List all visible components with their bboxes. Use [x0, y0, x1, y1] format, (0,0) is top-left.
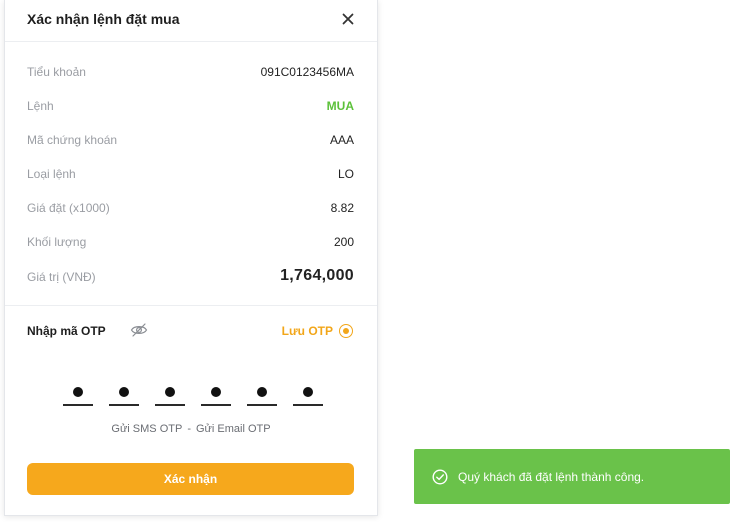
dialog-header: Xác nhận lệnh đặt mua [5, 0, 377, 42]
otp-digit-6[interactable] [293, 384, 323, 406]
masked-dot [211, 387, 221, 397]
row-label: Tiểu khoản [27, 65, 86, 79]
row-label: Khối lượng [27, 235, 87, 249]
row-label: Giá đặt (x1000) [27, 201, 110, 215]
row-price: Giá đặt (x1000) 8.82 [27, 199, 354, 219]
send-email-otp-link[interactable]: Gửi Email OTP [196, 423, 271, 435]
order-confirm-dialog: Xác nhận lệnh đặt mua Tiểu khoản 091C012… [4, 0, 378, 516]
total-value: 1,764,000 [280, 267, 354, 284]
row-total-value: Giá trị (VNĐ) 1,764,000 [27, 267, 354, 288]
sub-account-value: 091C0123456MA [260, 65, 354, 79]
row-symbol: Mã chứng khoán AAA [27, 131, 354, 151]
otp-digit-1[interactable] [63, 384, 93, 406]
row-quantity: Khối lượng 200 [27, 233, 354, 253]
masked-dot [165, 387, 175, 397]
save-otp-label: Lưu OTP [281, 324, 333, 338]
otp-digit-3[interactable] [155, 384, 185, 406]
masked-dot [257, 387, 267, 397]
check-circle-icon [432, 468, 448, 485]
row-order-side: Lệnh MUA [27, 97, 354, 117]
masked-dot [73, 387, 83, 397]
close-icon [342, 13, 354, 25]
price-value: 8.82 [330, 201, 354, 215]
send-sms-otp-link[interactable]: Gửi SMS OTP [111, 423, 182, 435]
otp-label: Nhập mã OTP [27, 324, 106, 338]
otp-link-separator: - [187, 423, 191, 435]
eye-off-icon[interactable] [130, 322, 148, 338]
symbol-value: AAA [329, 133, 354, 147]
divider [5, 305, 377, 306]
masked-dot [303, 387, 313, 397]
radio-selected-icon [339, 324, 353, 338]
dialog-title: Xác nhận lệnh đặt mua [27, 11, 180, 27]
save-otp-toggle[interactable]: Lưu OTP [282, 322, 353, 340]
row-label: Lệnh [27, 99, 54, 113]
otp-digit-5[interactable] [247, 384, 277, 406]
otp-input[interactable] [63, 384, 323, 408]
order-side-value: MUA [326, 99, 354, 113]
quantity-value: 200 [333, 235, 354, 249]
radio-dot [343, 328, 349, 334]
row-label: Loại lệnh [27, 167, 76, 181]
order-type-value: LO [337, 167, 354, 181]
toast-message: Quý khách đã đặt lệnh thành công. [458, 469, 645, 484]
close-button[interactable] [339, 10, 357, 28]
masked-dot [119, 387, 129, 397]
otp-digit-4[interactable] [201, 384, 231, 406]
confirm-button[interactable]: Xác nhận [27, 463, 354, 495]
row-label: Mã chứng khoán [27, 133, 118, 147]
row-sub-account: Tiểu khoản 091C0123456MA [27, 63, 354, 83]
success-toast: Quý khách đã đặt lệnh thành công. [414, 449, 730, 504]
row-label: Giá trị (VNĐ) [27, 270, 96, 284]
otp-digit-2[interactable] [109, 384, 139, 406]
otp-send-links: Gửi SMS OTP - Gửi Email OTP [5, 423, 377, 435]
row-order-type: Loại lệnh LO [27, 165, 354, 185]
